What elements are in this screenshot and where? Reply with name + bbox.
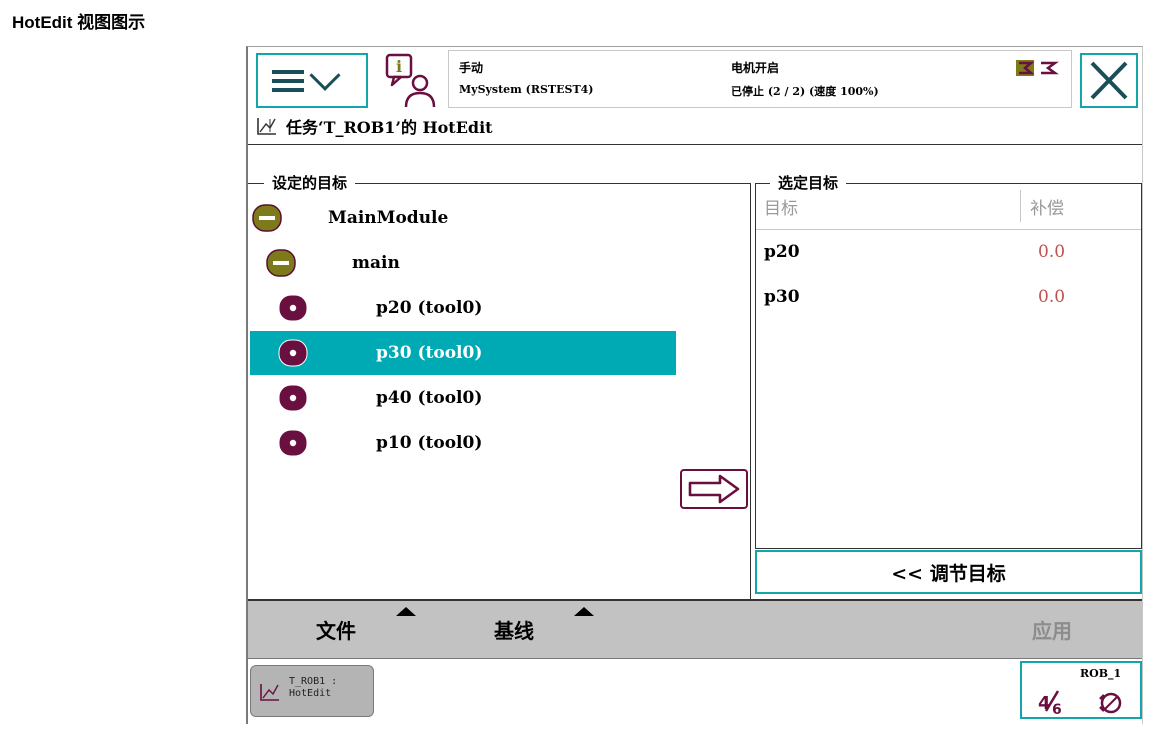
close-button[interactable] [1080, 53, 1138, 108]
tree-item[interactable]: p20 (tool0) [250, 286, 676, 330]
selected-targets-pane: 选定目标 目标 补偿 p20 0.0 p30 0.0 [755, 174, 1142, 549]
right-arrow-icon [688, 474, 740, 504]
status-mode: 手动 [459, 61, 484, 75]
hamburger-icon [272, 69, 304, 92]
close-icon [1090, 61, 1128, 100]
jog-icon: 4 6 [1038, 690, 1122, 717]
tree-item-label: p10 (tool0) [376, 433, 483, 453]
task-hotedit-button[interactable]: T_ROB1 : HotEdit [250, 665, 374, 717]
apply-button[interactable]: 应用 [1032, 615, 1072, 644]
column-header-offset: 补偿 [1030, 199, 1064, 219]
document-caption: HotEdit 视图图示 [12, 13, 146, 32]
collapse-node-icon [266, 249, 296, 277]
tree-item-label: MainModule [328, 208, 449, 228]
svg-text:i: i [396, 57, 402, 76]
status-indicator-icon [1016, 60, 1059, 76]
command-bar: 文件 基线 应用 [248, 599, 1142, 659]
hotedit-icon [260, 684, 279, 701]
target-name: p20 [764, 242, 800, 262]
quickset-button[interactable]: ROB_1 4 6 [1020, 661, 1142, 719]
task-label: T_ROB1 : HotEdit [289, 676, 338, 699]
file-menu-button[interactable]: 文件 [316, 615, 356, 644]
tree-item-label: p20 (tool0) [376, 298, 483, 318]
tree-item[interactable]: p40 (tool0) [250, 376, 676, 420]
abb-menu-button[interactable] [256, 53, 368, 108]
baseline-menu-button[interactable]: 基线 [494, 615, 534, 644]
status-state: 已停止 (2 / 2) (速度 100%) [731, 85, 879, 98]
column-header-target: 目标 [764, 199, 798, 219]
status-system: MySystem (RSTEST4) [459, 83, 594, 96]
defined-targets-legend: 设定的目标 [264, 174, 356, 192]
info-person-icon[interactable]: i [384, 53, 440, 109]
tree-item-label: main [352, 253, 400, 273]
menu-up-icon [396, 607, 416, 616]
adjust-target-button[interactable]: << 调节目标 [755, 550, 1142, 594]
robot-label: ROB_1 [1080, 667, 1122, 680]
table-row[interactable]: p20 0.0 [756, 232, 1141, 276]
header-bar: i 手动 MySystem (RSTEST4) 电机开启 已停止 (2 / 2)… [248, 47, 1142, 145]
status-motor: 电机开启 [731, 61, 780, 75]
offset-value: 0.0 [1038, 242, 1066, 262]
tree-item-label: p40 (tool0) [376, 388, 483, 408]
svg-text:4: 4 [1038, 693, 1051, 714]
status-bar[interactable]: 手动 MySystem (RSTEST4) 电机开启 已停止 (2 / 2) (… [448, 50, 1072, 108]
offset-value: 0.0 [1038, 287, 1066, 307]
tree-item[interactable]: p10 (tool0) [250, 421, 676, 465]
tree-item[interactable]: main [250, 241, 676, 285]
add-target-button[interactable] [680, 469, 748, 509]
target-node-icon [278, 429, 308, 457]
header-divider [248, 144, 1142, 145]
collapse-node-icon [252, 204, 282, 232]
window-title: 任务‘T_ROB1’的 HotEdit [256, 113, 493, 139]
tree-item-label: p30 (tool0) [376, 343, 483, 363]
flexpendant-screen: i 手动 MySystem (RSTEST4) 电机开启 已停止 (2 / 2)… [246, 46, 1143, 724]
target-node-icon [278, 339, 308, 367]
table-row[interactable]: p30 0.0 [756, 277, 1141, 321]
selected-targets-header: 目标 补偿 [756, 184, 1141, 230]
window-title-text: 任务‘T_ROB1’的 HotEdit [286, 118, 493, 137]
chevron-down-icon [309, 59, 341, 91]
menu-up-icon [574, 607, 594, 616]
defined-targets-pane: 设定的目标 MainModule main p20 (tool0) p30 (tool… [248, 174, 751, 599]
column-separator [1020, 190, 1021, 222]
target-name: p30 [764, 287, 800, 307]
hotedit-icon [257, 118, 276, 135]
target-node-icon [278, 384, 308, 412]
svg-text:6: 6 [1052, 702, 1062, 717]
tree-item[interactable]: p30 (tool0) [250, 331, 676, 375]
taskbar: T_ROB1 : HotEdit ROB_1 4 6 [248, 659, 1142, 724]
tree-item[interactable]: MainModule [250, 196, 676, 240]
target-node-icon [278, 294, 308, 322]
